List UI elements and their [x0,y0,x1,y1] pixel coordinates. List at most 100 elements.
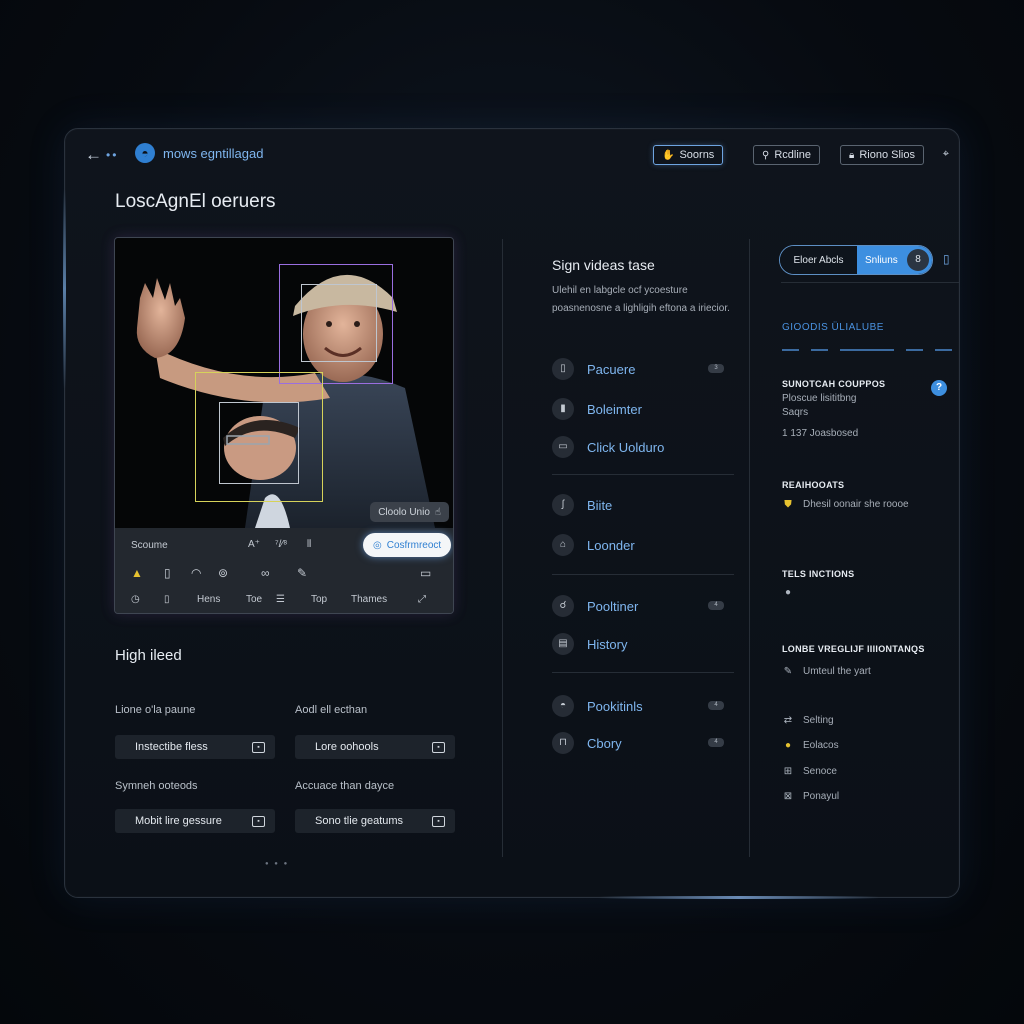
block2-title: REAIHOOATS [782,480,845,490]
field-label-3: Symneh ooteods [115,780,198,792]
tools-label: Scoume [131,540,168,551]
field-3[interactable]: Mobit lire gessure ▪ [115,809,275,833]
brand-name: mows egntillagad [163,145,264,161]
info-icon[interactable]: ? [931,380,947,396]
device-icon: ▯ [552,358,574,380]
block2-row[interactable]: ⛊ Dhesil oonair she roooe [782,499,908,510]
ratio-tool[interactable]: ⁷/⁄⁸ [275,539,287,550]
primary-top-button[interactable]: ✋ Soorns [653,145,724,165]
pin-icon[interactable]: ⌖ [943,148,949,161]
brand-logo-icon: ◓ [135,143,155,163]
wifi-icon[interactable]: ◠ [191,566,201,580]
field-4-value: Sono tlie geatums [315,815,404,827]
window-edge-glow [63,189,66,389]
nav-badge: 3 [708,364,724,373]
nav-item-pooltiner[interactable]: ☌ Pooltiner 4 [552,594,730,618]
segment-option-a[interactable]: Eloer Abcls [780,246,857,274]
warning-icon[interactable]: ▲ [131,566,143,580]
confirm-button[interactable]: ◎ Cosfrmreoct [363,533,452,557]
right-list-label: Eolacos [803,740,839,751]
hand-icon: ☌ [552,595,574,617]
right-section-title[interactable]: GIOODIS ÜLIALUBE [782,322,884,333]
back-button[interactable]: ← •• [85,145,118,165]
right-list-item-eolacos[interactable]: ● Eolacos [782,740,839,751]
nav-label: History [587,636,628,652]
nav-label: Pooltiner [587,598,639,614]
field-2[interactable]: Lore oohools ▪ [295,735,455,759]
gesture-icon: ◓ [552,695,574,717]
profile-button[interactable]: ⚲ Rcdline [753,145,821,165]
field-3-value: Mobit lire gessure [135,815,222,827]
font-size-tool[interactable]: A⁺ [248,539,260,550]
image-icon: ⊠ [783,791,793,802]
right-list-item-setting[interactable]: ⇄ Selting [782,715,834,726]
pencil-icon[interactable]: ✎ [297,566,307,580]
tool-bottom-1[interactable]: Hens [197,594,220,605]
block1-title: SUNOTCAH COUPPOS [782,379,886,389]
link-icon[interactable]: ⊚ [218,566,228,580]
nav-item-pacuere[interactable]: ▯ Pacuere 3 [552,357,730,381]
right-list-label: Ponayul [803,791,840,802]
bag-icon: ⊓ [552,732,574,754]
nav-item-cbory[interactable]: ⊓ Cbory 4 [552,731,730,755]
doc-icon[interactable]: ▯ [164,594,170,605]
more-dots-icon: •• [106,148,119,162]
layers-icon[interactable]: ☰ [276,594,285,605]
right-list-item-senoce[interactable]: ⊞ Senoce [782,766,837,777]
photo-chip-label: Cloolo Unio [378,506,430,518]
user-icon: ⚲ [762,149,770,161]
tool-bottom-4[interactable]: Thames [351,594,387,605]
chain-icon[interactable]: ∞ [261,566,270,580]
frame-icon[interactable]: ▭ [420,566,431,580]
face-bbox-secondary[interactable] [219,402,299,484]
nav-item-pookitinls[interactable]: ◓ Pookitinls 4 [552,694,730,718]
nav-item-loonder[interactable]: ⌂ Loonder [552,533,730,557]
field-2-value: Lore oohools [315,741,379,753]
primary-top-button-label: Soorns [679,149,715,161]
field-label-2: Aodl ell ecthan [295,704,368,716]
image-panel: Cloolo Unio ☝ Scoume A⁺ ⁷/⁄⁸ ⫴ ◎ Cosfrmr… [114,237,454,614]
nav-badge: 4 [708,701,724,710]
tool-bottom-3[interactable]: Top [311,594,327,605]
column-divider-2 [749,239,750,857]
lock-icon: ▪ [432,741,445,753]
nav-item-click-uolduro[interactable]: ▭ Click Uolduro [552,435,730,459]
segment-option-b[interactable]: Snliuns 8 [857,246,932,274]
nav-label: Loonder [587,537,635,553]
field-1[interactable]: Instectibe fless ▪ [115,735,275,759]
page-title: LoscAgnEl oeruers [115,191,276,212]
home-icon[interactable]: ◷ [131,594,140,605]
right-separator [781,282,959,283]
edit-icon: ✎ [783,666,793,677]
photo-chip[interactable]: Cloolo Unio ☝ [370,502,449,522]
block3-row[interactable]: ● [782,587,794,598]
lock-icon: ▪ [252,741,265,753]
nav-item-biite[interactable]: ʃ Biite [552,493,730,517]
pin-icon: ▮ [552,398,574,420]
circle-icon: ● [784,740,792,751]
right-list-item-ponayul[interactable]: ⊠ Ponayul [782,791,839,802]
phone-icon[interactable]: ▯ [164,566,171,580]
segment-option-b-label: Snliuns [865,254,898,266]
stroke-icon: ʃ [552,494,574,516]
lock-button[interactable]: 🔒︎ Riono Slios [840,145,924,165]
block4-row[interactable]: ✎ Umteul the yart [782,666,871,677]
field-4[interactable]: Sono tlie geatums ▪ [295,809,455,833]
block1-meta: 1 137 Joasbosed [782,428,859,439]
nav-badge: 4 [708,738,724,747]
column-divider-1 [502,239,503,857]
face-bbox-inner[interactable] [301,284,377,362]
bookmark-icon[interactable]: ▯ [943,252,950,266]
split-tool-icon[interactable]: ⫴ [307,539,311,550]
nav-item-boleimter[interactable]: ▮ Boleimter [552,397,730,421]
shield-icon: ⛊ [784,499,792,510]
nav-item-history[interactable]: ▤ History [552,632,730,656]
brand[interactable]: ◓ mows egntillagad [135,143,263,163]
segmented-control[interactable]: Eloer Abcls Snliuns 8 [779,245,933,275]
expand-icon[interactable]: ⤢ [418,594,426,605]
pagination-dots[interactable]: ● ● ● [265,861,289,867]
tool-bottom-2[interactable]: Toe [246,594,262,605]
detection-photo[interactable]: Cloolo Unio ☝ [115,238,453,528]
nav-label: Cbory [587,735,622,751]
back-arrow-icon: ← [85,145,102,164]
